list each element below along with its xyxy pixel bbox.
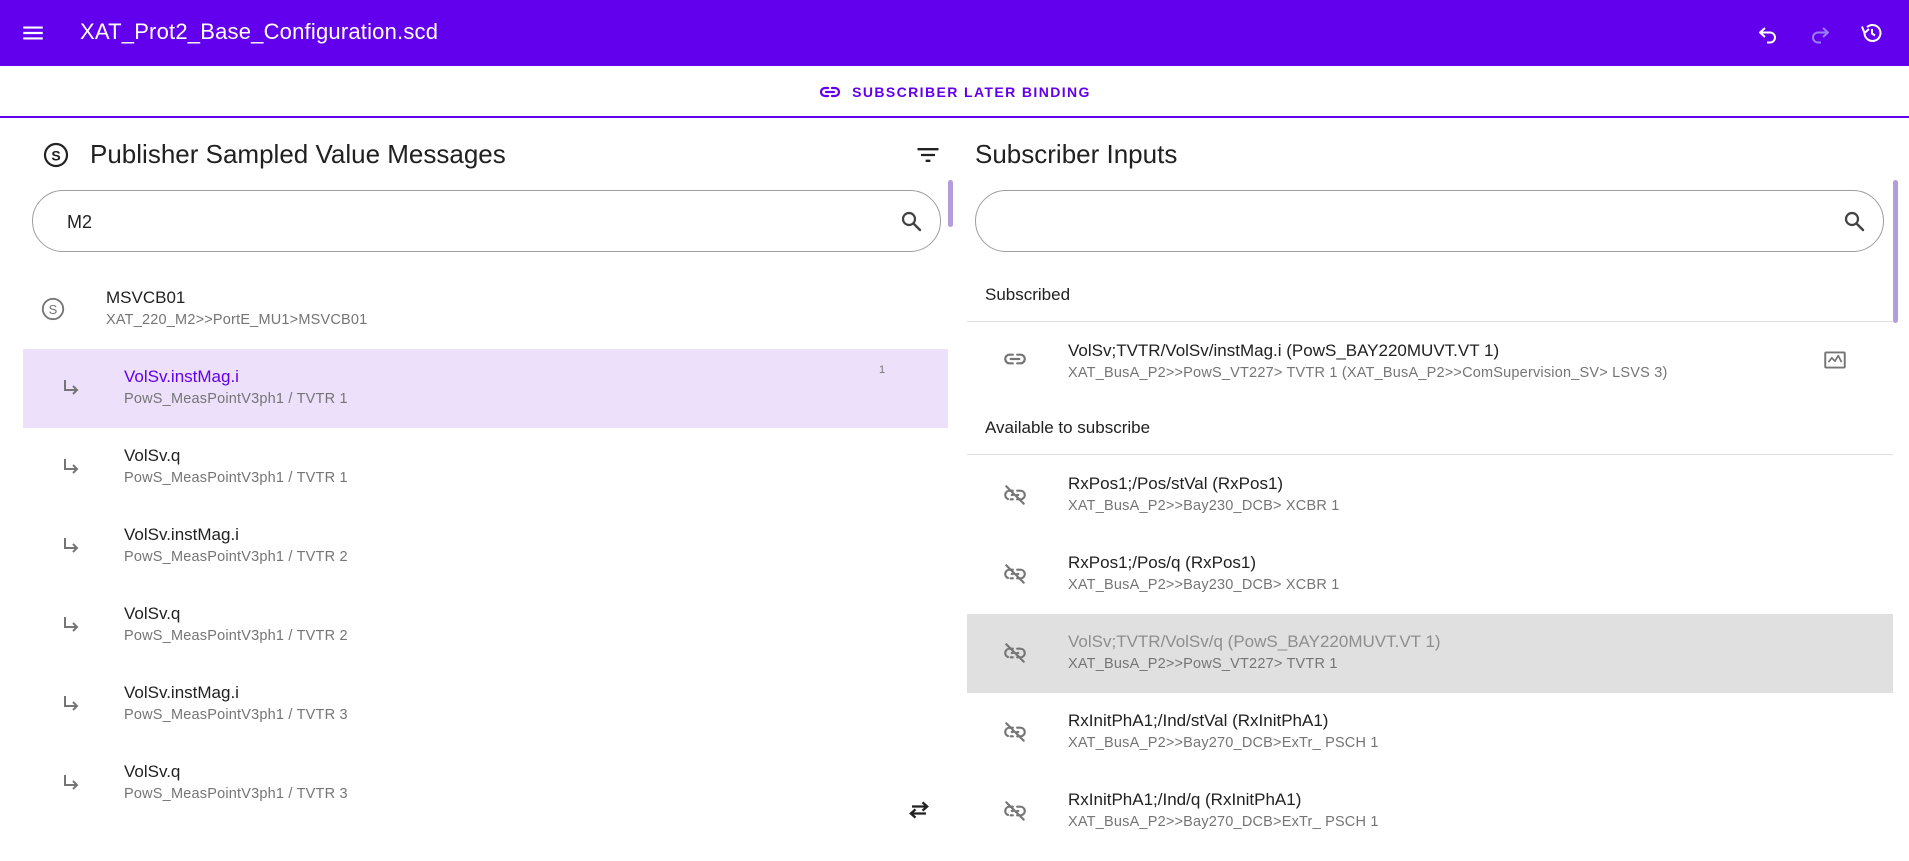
subscriber-search-input[interactable] [1010, 209, 1830, 235]
item-name: VolSv;TVTR/VolSv/q (PowS_BAY220MUVT.VT 1… [1068, 632, 1441, 651]
monitor-icon[interactable] [1821, 346, 1849, 374]
item-path: XAT_BusA_P2>>Bay270_DCB>ExTr_ PSCH 1 [1068, 735, 1379, 751]
subscribed-item[interactable]: VolSv;TVTR/VolSv/instMag.i (PowS_BAY220M… [967, 323, 1893, 402]
item-name: RxPos1;/Pos/stVal (RxPos1) [1068, 474, 1284, 493]
tab-label: SUBSCRIBER LATER BINDING [852, 84, 1091, 100]
item-name: RxInitPhA1;/Ind/q (RxInitPhA1) [1068, 790, 1302, 809]
app-title: XAT_Prot2_Base_Configuration.scd [80, 19, 439, 44]
subdirectory-arrow-right-icon [57, 769, 85, 797]
item-path: PowS_MeasPointV3ph1 / TVTR 1 [124, 470, 348, 486]
link-off-icon [1001, 718, 1029, 746]
subscribed-header: Subscribed [985, 285, 1071, 304]
item-path: XAT_BusA_P2>>Bay230_DCB> XCBR 1 [1068, 577, 1340, 593]
item-path: PowS_MeasPointV3ph1 / TVTR 3 [124, 707, 348, 723]
publisher-title: Publisher Sampled Value Messages [90, 139, 506, 169]
undo-icon[interactable] [1753, 18, 1783, 48]
subdirectory-arrow-right-icon [57, 374, 85, 402]
list-item[interactable]: VolSv.q PowS_MeasPointV3ph1 / TVTR 2 [23, 586, 948, 665]
control-block-row[interactable]: S MSVCB01 XAT_220_M2>>PortE_MU1>MSVCB01 [23, 270, 948, 349]
subscriber-search [975, 190, 1884, 252]
item-path: XAT_BusA_P2>>PowS_VT227> TVTR 1 [1068, 656, 1338, 672]
link-off-icon [1001, 639, 1029, 667]
link-icon [820, 86, 841, 98]
list-item[interactable]: VolSv.instMag.i PowS_MeasPointV3ph1 / TVT… [23, 349, 948, 428]
control-block-name: MSVCB01 [106, 288, 186, 307]
item-path: XAT_BusA_P2>>Bay270_DCB>ExTr_ PSCH 1 [1068, 814, 1379, 830]
item-name: VolSv.instMag.i [124, 525, 239, 544]
publisher-scrollbar[interactable] [948, 180, 953, 227]
divider [967, 321, 1893, 322]
available-item[interactable]: VolSv;TVTR/VolSv/q (PowS_BAY220MUVT.VT 1… [967, 614, 1893, 693]
subscriber-title: Subscriber Inputs [975, 139, 1178, 169]
svg-text:S: S [51, 148, 60, 164]
control-block-path: XAT_220_M2>>PortE_MU1>MSVCB01 [106, 312, 368, 328]
list-item[interactable]: VolSv.q PowS_MeasPointV3ph1 / TVTR 1 [23, 428, 948, 507]
top-app-bar: XAT_Prot2_Base_Configuration.scd [0, 0, 1909, 66]
tab-indicator [0, 116, 1909, 118]
link-off-icon [1001, 481, 1029, 509]
sampled-value-icon: S [39, 295, 67, 323]
item-name: VolSv;TVTR/VolSv/instMag.i (PowS_BAY220M… [1068, 341, 1500, 360]
item-name: VolSv.q [124, 762, 181, 781]
item-name: VolSv.instMag.i [124, 367, 239, 386]
item-name: RxPos1;/Pos/q (RxPos1) [1068, 553, 1257, 572]
available-item[interactable]: RxInitPhA1;/Ind/stVal (RxInitPhA1) XAT_Bu… [967, 693, 1893, 772]
tab-bar: SUBSCRIBER LATER BINDING [0, 66, 1909, 118]
available-item[interactable]: RxInitPhA1;/Ind/q (RxInitPhA1) XAT_BusA_P… [967, 772, 1893, 851]
link-off-icon [1001, 797, 1029, 825]
item-path: PowS_MeasPointV3ph1 / TVTR 2 [124, 628, 348, 644]
link-icon [1001, 345, 1029, 373]
link-off-icon [1001, 560, 1029, 588]
divider [967, 454, 1893, 455]
available-header: Available to subscribe [985, 418, 1151, 437]
item-path: PowS_MeasPointV3ph1 / TVTR 2 [124, 549, 348, 565]
svg-text:S: S [49, 302, 58, 317]
swap-horiz-icon[interactable] [905, 796, 933, 824]
subscriber-scrollbar[interactable] [1893, 180, 1898, 323]
tab-subscriber-later-binding[interactable]: SUBSCRIBER LATER BINDING [0, 66, 1909, 118]
hamburger-menu-icon[interactable] [20, 20, 46, 46]
item-name: VolSv.q [124, 604, 181, 623]
list-item[interactable]: VolSv.instMag.i PowS_MeasPointV3ph1 / TVT… [23, 507, 948, 586]
filter-icon[interactable] [914, 141, 942, 169]
item-path: XAT_BusA_P2>>Bay230_DCB> XCBR 1 [1068, 498, 1340, 514]
list-item[interactable]: VolSv.q PowS_MeasPointV3ph1 / TVTR 3 [23, 744, 948, 823]
subdirectory-arrow-right-icon [57, 690, 85, 718]
item-name: RxInitPhA1;/Ind/stVal (RxInitPhA1) [1068, 711, 1329, 730]
publisher-search-input[interactable] [67, 209, 887, 235]
available-item[interactable]: RxPos1;/Pos/stVal (RxPos1) XAT_BusA_P2>>B… [967, 456, 1893, 535]
item-name: VolSv.instMag.i [124, 683, 239, 702]
subscriber-count: 1 [879, 364, 886, 376]
item-path: PowS_MeasPointV3ph1 / TVTR 1 [124, 391, 348, 407]
publisher-search [32, 190, 941, 252]
list-item[interactable]: VolSv.instMag.i PowS_MeasPointV3ph1 / TVT… [23, 665, 948, 744]
subdirectory-arrow-right-icon [57, 532, 85, 560]
available-item[interactable]: RxPos1;/Pos/q (RxPos1) XAT_BusA_P2>>Bay23… [967, 535, 1893, 614]
redo-icon[interactable] [1805, 18, 1835, 48]
item-name: VolSv.q [124, 446, 181, 465]
item-path: XAT_BusA_P2>>PowS_VT227> TVTR 1 (XAT_Bus… [1068, 365, 1668, 381]
sampled-value-icon: S [42, 141, 70, 169]
subdirectory-arrow-right-icon [57, 453, 85, 481]
history-icon[interactable] [1857, 18, 1887, 48]
item-path: PowS_MeasPointV3ph1 / TVTR 3 [124, 786, 348, 802]
subdirectory-arrow-right-icon [57, 611, 85, 639]
search-icon[interactable] [899, 209, 925, 235]
search-icon[interactable] [1842, 209, 1868, 235]
